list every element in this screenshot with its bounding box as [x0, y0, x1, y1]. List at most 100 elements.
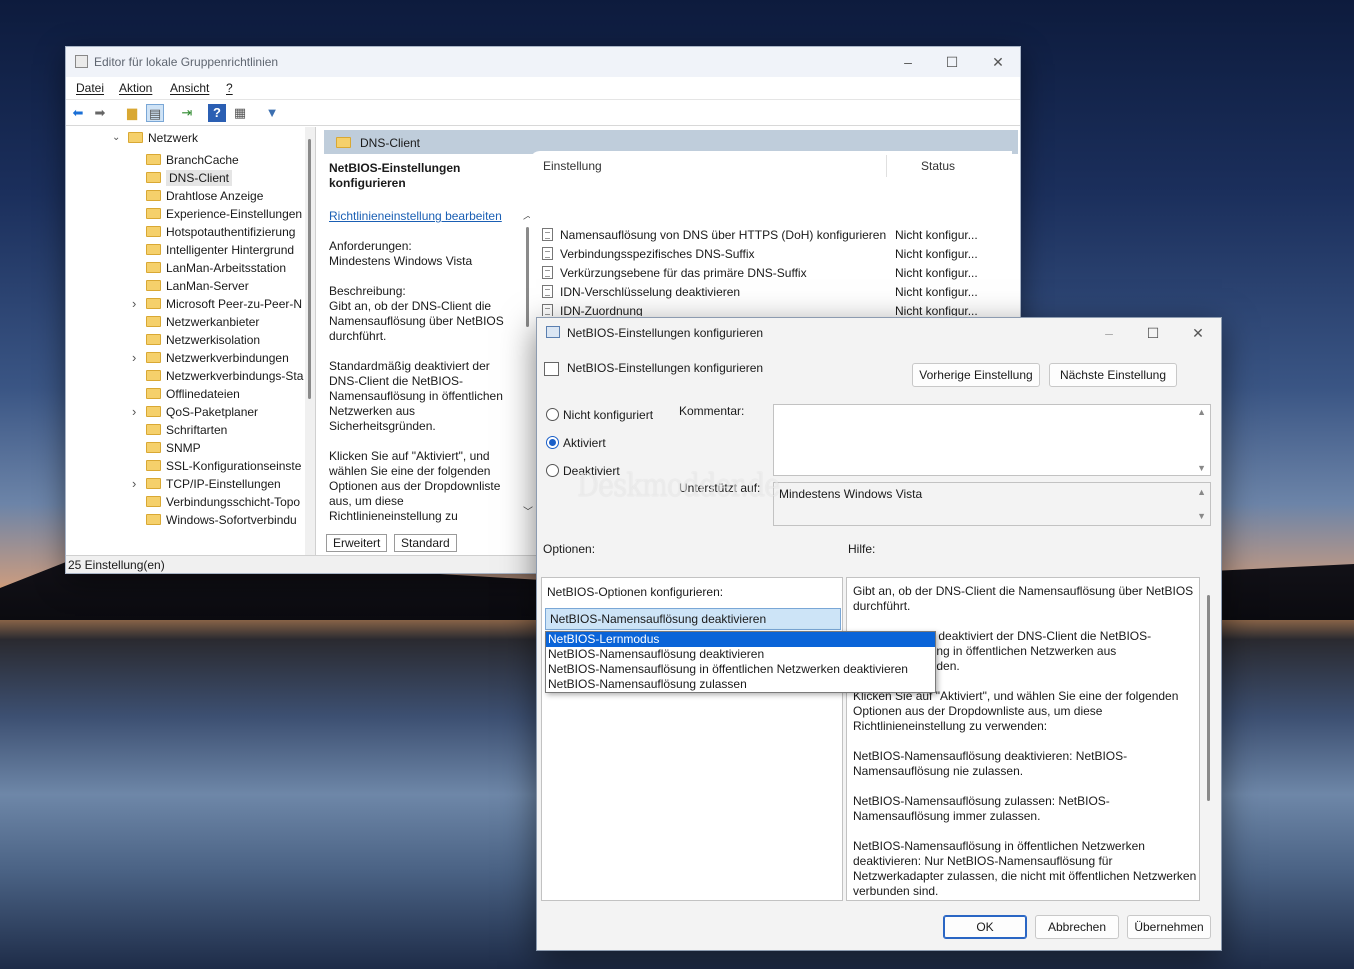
up-folder-icon[interactable]: ▆: [123, 104, 141, 122]
description-text-1: Gibt an, ob der DNS-Client die Namensauf…: [329, 299, 504, 343]
dialog-title-bar[interactable]: NetBIOS-Einstellungen konfigurieren – ☐ …: [537, 318, 1221, 348]
show-tree-icon[interactable]: ▤: [146, 104, 164, 122]
folder-icon: [146, 280, 161, 292]
export-icon[interactable]: ⇥: [178, 104, 196, 122]
radio-enabled-label[interactable]: Aktiviert: [563, 436, 606, 450]
policy-icon: [542, 247, 553, 260]
chevron-right-icon[interactable]: ›: [132, 404, 136, 419]
netbios-options-dropdown: NetBIOS-Lernmodus NetBIOS-Namensauflösung…: [545, 631, 936, 693]
menu-aktion[interactable]: Aktion: [119, 81, 152, 95]
chevron-right-icon[interactable]: ›: [132, 350, 136, 365]
tree-item[interactable]: Netzwerkverbindungen: [146, 351, 289, 369]
scroll-down-icon[interactable]: ▼: [1197, 511, 1206, 521]
forward-icon[interactable]: ➡: [91, 104, 109, 122]
radio-disabled[interactable]: [546, 464, 559, 477]
settings-row[interactable]: IDN-Verschlüsselung deaktivieren Nicht ko…: [530, 282, 1012, 301]
tree-item[interactable]: QoS-Paketplaner: [146, 405, 258, 423]
folder-icon: [146, 478, 161, 490]
help-scrollbar[interactable]: [1204, 577, 1214, 901]
tree-item[interactable]: LanMan-Arbeitsstation: [146, 261, 286, 279]
scroll-up-icon[interactable]: ▲: [1197, 407, 1206, 417]
tree-item[interactable]: Drahtlose Anzeige: [146, 189, 263, 207]
dialog-title: NetBIOS-Einstellungen konfigurieren: [567, 326, 764, 340]
requirements-value: Mindestens Windows Vista: [329, 254, 473, 268]
tree-item[interactable]: BranchCache: [146, 153, 239, 171]
dropdown-option[interactable]: NetBIOS-Namensauflösung zulassen: [546, 677, 935, 692]
tree-item[interactable]: Schriftarten: [146, 423, 227, 441]
folder-icon: [336, 137, 351, 148]
settings-row[interactable]: Verkürzungsebene für das primäre DNS-Suf…: [530, 263, 1012, 282]
close-icon[interactable]: ✕: [1188, 324, 1208, 342]
tree-item[interactable]: Hotspotauthentifizierung: [146, 225, 295, 243]
apply-button[interactable]: Übernehmen: [1127, 915, 1211, 939]
minimize-icon[interactable]: –: [1099, 324, 1119, 342]
properties-icon[interactable]: ▦: [231, 104, 249, 122]
tree-item[interactable]: Netzwerkanbieter: [146, 315, 259, 333]
scroll-up-icon[interactable]: ▲: [1197, 487, 1206, 497]
tree-item[interactable]: SSL-Konfigurationseinste: [146, 459, 301, 477]
menu-help[interactable]: ?: [226, 81, 233, 95]
tree-item[interactable]: Intelligenter Hintergrund: [146, 243, 294, 261]
tab-standard[interactable]: Standard: [394, 534, 457, 552]
maximize-icon[interactable]: ☐: [1143, 324, 1163, 342]
help-label: Hilfe:: [848, 542, 876, 556]
folder-icon: [146, 442, 161, 454]
dropdown-option[interactable]: NetBIOS-Namensauflösung in öffentlichen …: [546, 662, 935, 677]
column-header-setting[interactable]: Einstellung: [543, 159, 602, 173]
comment-field[interactable]: ▲ ▼: [773, 404, 1211, 476]
tree-item[interactable]: Netzwerkverbindungs-Sta: [146, 369, 303, 387]
policy-icon: [542, 304, 553, 316]
policy-title: NetBIOS-Einstellungen konfigurieren: [329, 161, 461, 190]
next-setting-button[interactable]: Nächste Einstellung: [1049, 363, 1177, 387]
tree-item[interactable]: SNMP: [146, 441, 201, 459]
settings-row[interactable]: Verbindungsspezifisches DNS-Suffix Nicht …: [530, 244, 1012, 263]
folder-icon: [146, 406, 161, 418]
tree-item[interactable]: Verbindungsschicht-Topo: [146, 495, 300, 513]
edit-policy-link[interactable]: Richtlinieneinstellung bearbeiten: [329, 209, 519, 224]
tree-scrollbar[interactable]: [305, 127, 315, 555]
help-icon[interactable]: ?: [208, 104, 226, 122]
radio-not-configured[interactable]: [546, 408, 559, 421]
netbios-options-combo[interactable]: NetBIOS-Namensauflösung deaktivieren: [545, 608, 841, 630]
minimize-icon[interactable]: –: [898, 53, 918, 71]
scroll-down-icon[interactable]: ▼: [1197, 463, 1206, 473]
cancel-button[interactable]: Abbrechen: [1035, 915, 1119, 939]
folder-icon: [146, 460, 161, 472]
chevron-down-icon[interactable]: ⌄: [112, 132, 120, 143]
tab-erweitert[interactable]: Erweitert: [326, 534, 388, 552]
settings-row[interactable]: IDN-Zuordnung Nicht konfigur...: [530, 301, 1012, 316]
description-text-2: Standardmäßig deaktiviert der DNS-Client…: [329, 359, 503, 433]
tree-item[interactable]: Offlinedateien: [146, 387, 240, 405]
policy-dialog: NetBIOS-Einstellungen konfigurieren – ☐ …: [536, 317, 1222, 951]
column-divider[interactable]: [886, 155, 887, 177]
folder-icon: [146, 388, 161, 400]
menu-ansicht[interactable]: Ansicht: [170, 81, 209, 95]
dropdown-option[interactable]: NetBIOS-Lernmodus: [546, 632, 935, 647]
maximize-icon[interactable]: ☐: [942, 53, 962, 71]
tree-item[interactable]: Experience-Einstellungen: [146, 207, 302, 225]
folder-icon: [146, 154, 161, 166]
back-icon[interactable]: ⬅: [69, 104, 87, 122]
folder-icon: [146, 514, 161, 526]
radio-not-configured-label[interactable]: Nicht konfiguriert: [563, 408, 653, 422]
tree-item-netzwerk[interactable]: Netzwerk: [128, 131, 198, 149]
close-icon[interactable]: ✕: [988, 53, 1008, 71]
radio-enabled[interactable]: [546, 436, 559, 449]
filter-icon[interactable]: ▼: [263, 104, 281, 122]
folder-icon: [146, 352, 161, 364]
tree-item[interactable]: DNS-Client: [146, 170, 233, 189]
title-bar[interactable]: Editor für lokale Gruppenrichtlinien – ☐…: [66, 47, 1020, 77]
tree-item[interactable]: TCP/IP-Einstellungen: [146, 477, 281, 495]
tree-item[interactable]: LanMan-Server: [146, 279, 249, 297]
dropdown-option[interactable]: NetBIOS-Namensauflösung deaktivieren: [546, 647, 935, 662]
previous-setting-button[interactable]: Vorherige Einstellung: [912, 363, 1040, 387]
column-header-status[interactable]: Status: [921, 159, 955, 173]
chevron-right-icon[interactable]: ›: [132, 296, 136, 311]
chevron-right-icon[interactable]: ›: [132, 476, 136, 491]
tree-item[interactable]: Windows-Sofortverbindu: [146, 513, 297, 531]
tree-item[interactable]: Netzwerkisolation: [146, 333, 260, 351]
settings-row[interactable]: Namensauflösung von DNS über HTTPS (DoH)…: [530, 225, 1012, 244]
menu-datei[interactable]: Datei: [76, 81, 104, 95]
tree-item[interactable]: Microsoft Peer-zu-Peer-N: [146, 297, 302, 315]
ok-button[interactable]: OK: [943, 915, 1027, 939]
